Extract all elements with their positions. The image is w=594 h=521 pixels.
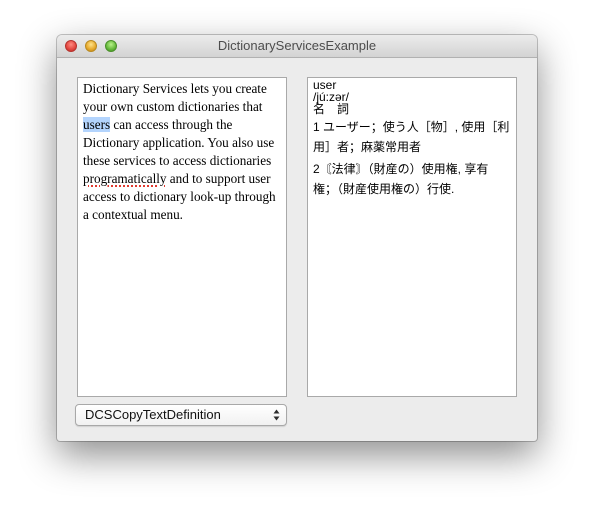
misspelled-word[interactable]: programatically [83,171,166,186]
selected-word[interactable]: users [83,117,111,132]
definition-text: user /jú:zər/ 名 詞 1 ユーザー；使う人［物］, 使用［利用］者… [313,79,511,199]
function-popup-button[interactable]: DCSCopyTextDefinition [75,404,287,426]
updown-arrows-icon [273,409,280,421]
source-text-view[interactable]: Dictionary Services lets you create your… [77,77,287,397]
source-text-segment: can access through the Dictionary applic… [83,117,275,168]
definition-sense-2: 2〘法律〙（財産の）使用権, 享有権；（財産使用権の）行使. [313,162,489,196]
definition-sense-1: 1 ユーザー；使う人［物］, 使用［利用］者；麻薬常用者 [313,120,510,154]
function-popup-label: DCSCopyTextDefinition [85,407,221,422]
definition-view[interactable]: user /jú:zər/ 名 詞 1 ユーザー；使う人［物］, 使用［利用］者… [307,77,517,397]
source-text[interactable]: Dictionary Services lets you create your… [83,80,281,224]
source-text-segment: Dictionary Services lets you create your… [83,81,267,114]
window-title: DictionaryServicesExample [217,38,377,53]
title-bar[interactable]: DictionaryServicesExample [57,35,537,58]
definition-part-of-speech: 名 詞 [313,102,350,116]
app-window: DictionaryServicesExample Dictionary Ser… [57,35,537,441]
